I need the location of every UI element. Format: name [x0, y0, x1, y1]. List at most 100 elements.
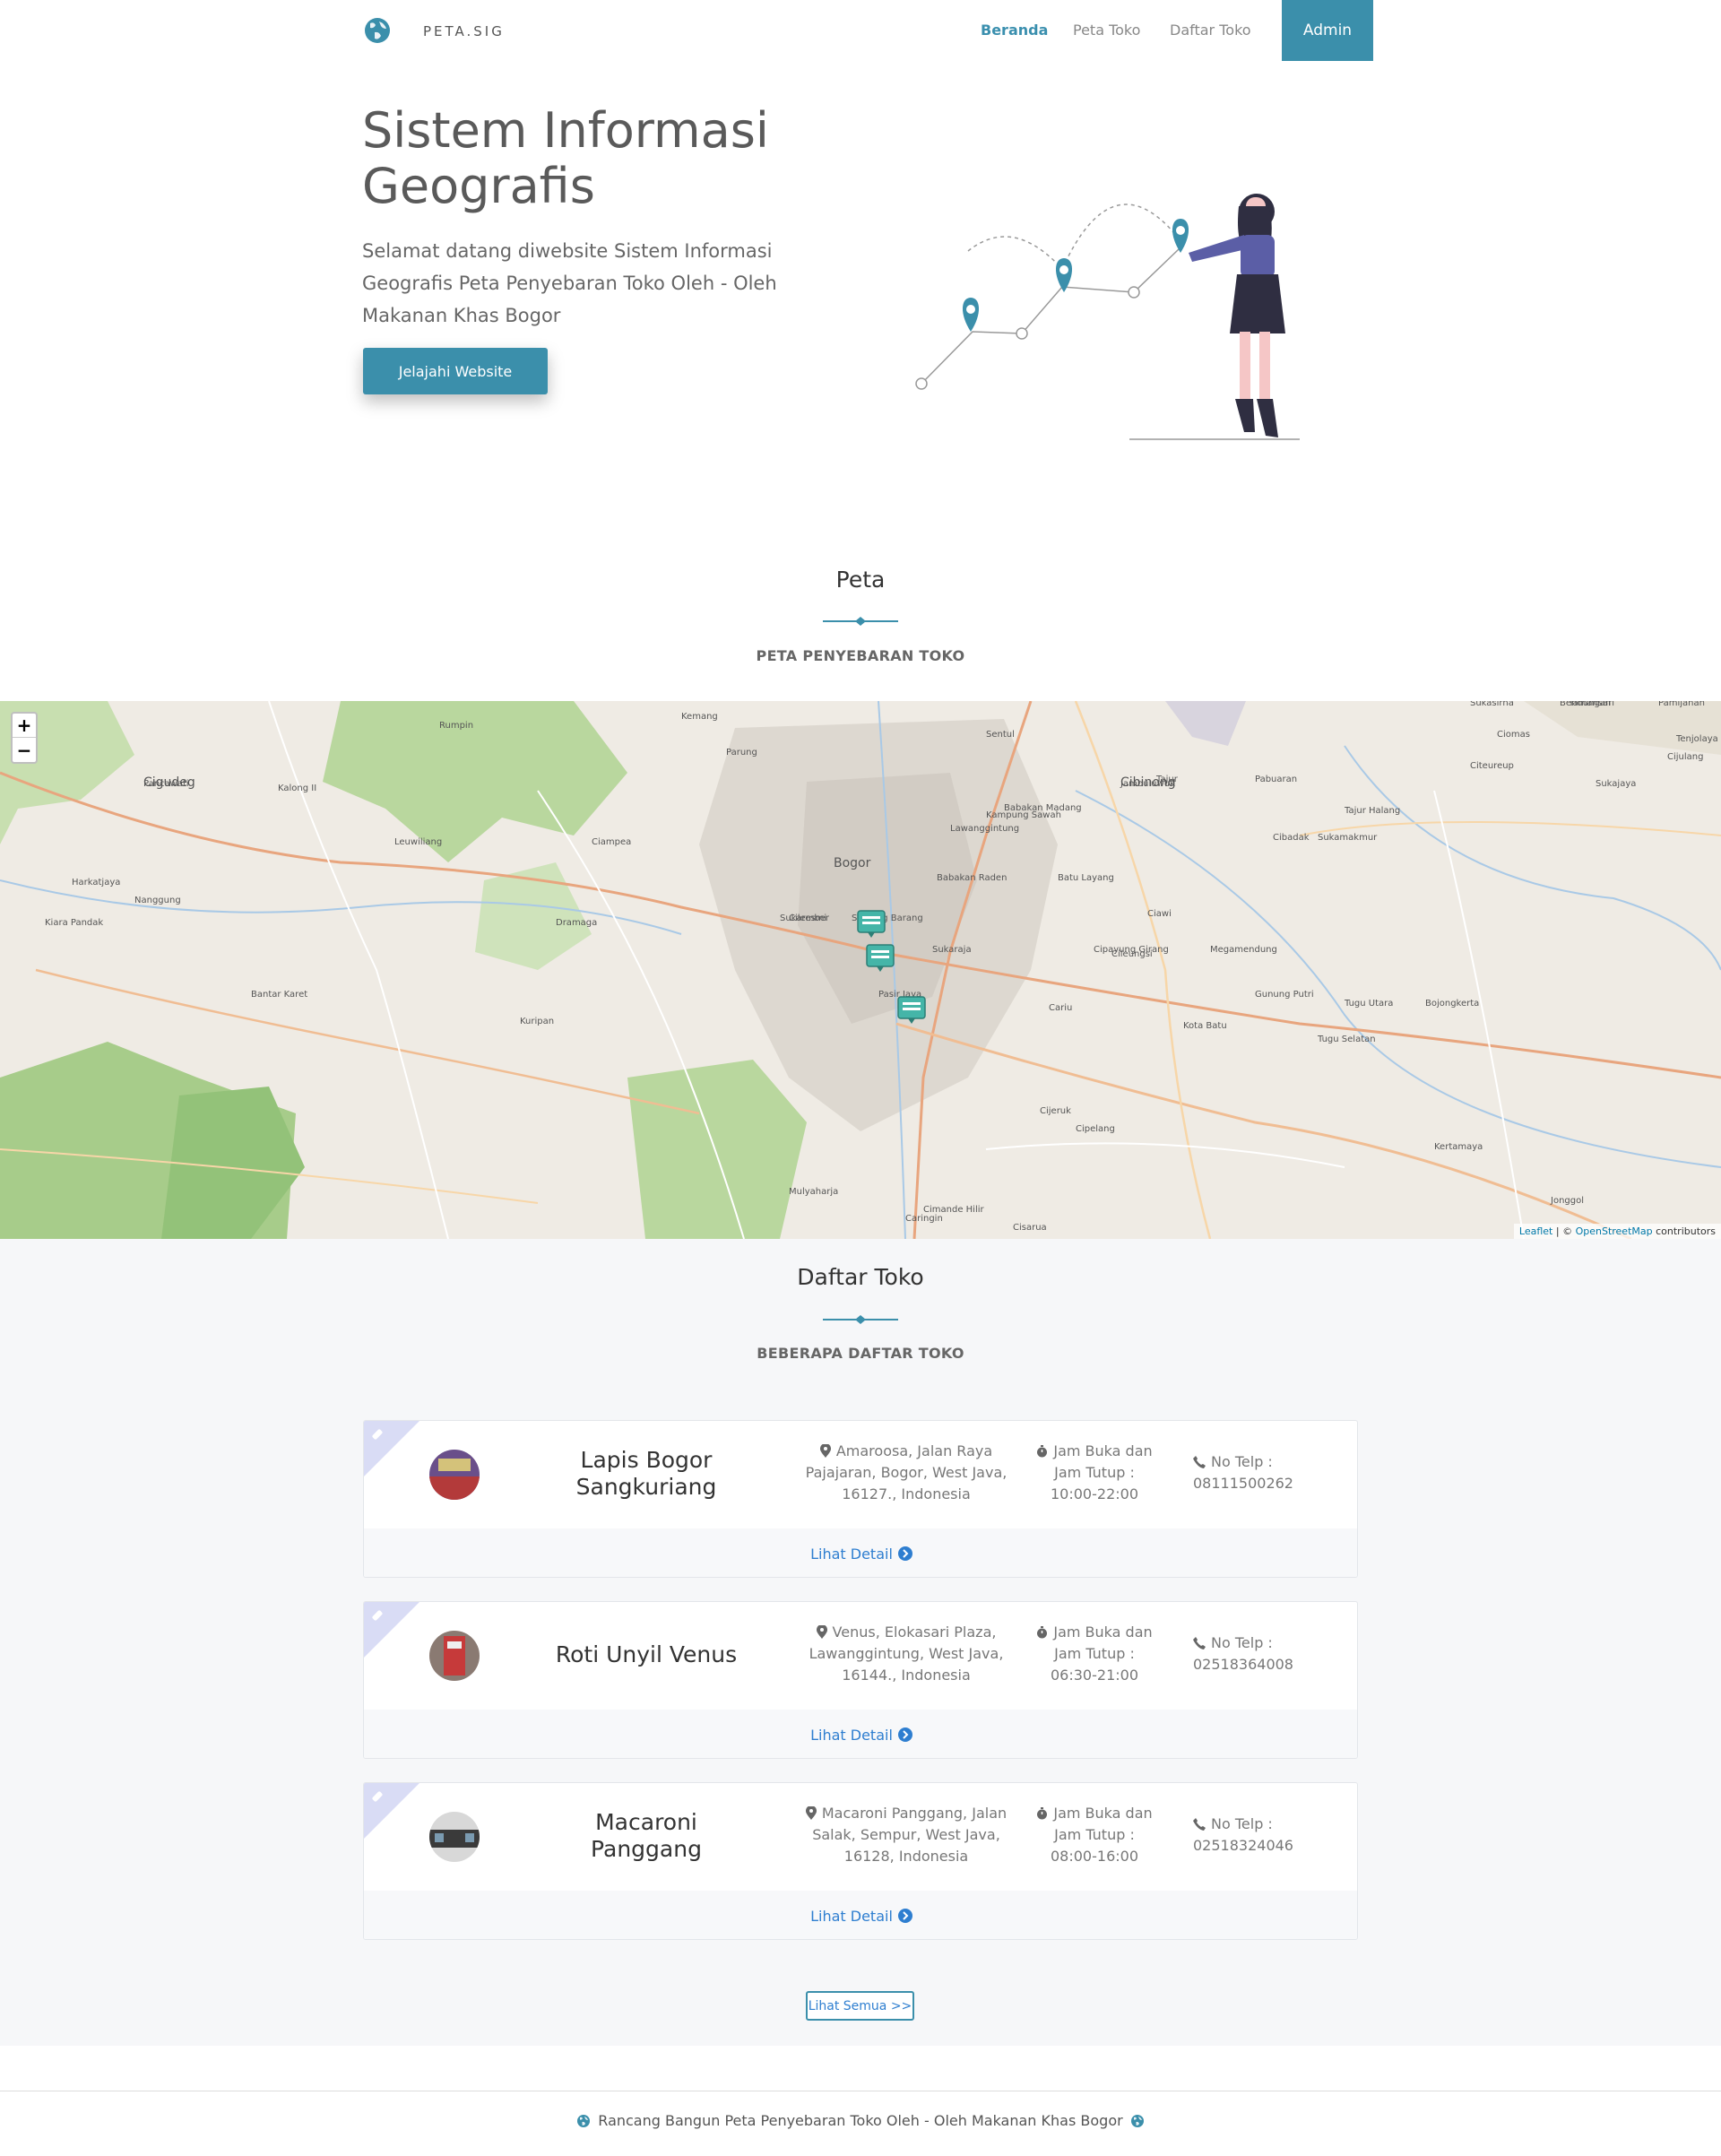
- map-place-label: Kampung Sawah: [986, 810, 1061, 820]
- hours-value: 10:00-22:00: [1051, 1485, 1138, 1502]
- phone-value: 02518324046: [1193, 1837, 1293, 1854]
- store-avatar: [429, 1450, 480, 1500]
- attribution-contributors: contributors: [1652, 1225, 1716, 1237]
- map-place-label: Bendungan: [1560, 701, 1611, 708]
- map-place-label: Cimande Hilir: [923, 1205, 985, 1215]
- store-marker-icon[interactable]: [896, 995, 927, 1026]
- card-footer: Lihat Detail: [364, 1891, 1357, 1939]
- detail-link[interactable]: Lihat Detail: [810, 1546, 912, 1563]
- map-marker-icon: [805, 1806, 817, 1820]
- list-section-subtitle: BEBERAPA DAFTAR TOKO: [757, 1345, 964, 1362]
- map-section-title: Peta: [835, 567, 886, 593]
- explore-button[interactable]: Jelajahi Website: [363, 348, 548, 394]
- store-address: Macaroni Panggang, Jalan Salak, Sempur, …: [799, 1803, 1014, 1867]
- hero-illustration: [915, 194, 1300, 440]
- map-place-label: Dramaga: [556, 918, 597, 928]
- tag-icon: [372, 1791, 383, 1802]
- phone-icon: [1193, 1637, 1206, 1649]
- map-section-subtitle: PETA PENYEBARAN TOKO: [756, 647, 965, 664]
- phone-label: No Telp :: [1211, 1815, 1273, 1832]
- leaflet-map[interactable]: Cigudeg Cibinong Bogor Ciawi Sukaraja Cijeruk…: [0, 701, 1721, 1239]
- globe-logo-icon[interactable]: [363, 16, 392, 45]
- stopwatch-icon: [1037, 1445, 1048, 1458]
- list-section-title: Daftar Toko: [797, 1264, 924, 1290]
- map-place-label: Bogor: [834, 856, 871, 870]
- map-marker-icon: [816, 1625, 827, 1639]
- map-place-label: Caringin: [905, 1214, 943, 1224]
- hours-label: Jam Buka dan Jam Tutup :: [1053, 1442, 1153, 1481]
- globe-icon: [577, 2114, 591, 2127]
- map-place-label: Megamendung: [1210, 945, 1277, 955]
- map-place-label: Cipelang: [1076, 1124, 1115, 1134]
- map-place-label: Tugu Selatan: [1317, 1035, 1376, 1044]
- phone-icon: [1193, 1818, 1206, 1831]
- chevron-right-circle-icon: [897, 1909, 912, 1923]
- map-place-label: Sentul: [986, 730, 1015, 740]
- map-place-label: Nanggung: [134, 896, 181, 905]
- map-place-label: Kalong II: [278, 784, 316, 793]
- tag-icon: [372, 1429, 383, 1440]
- map-tiles: Cigudeg CibinongBogorCiawiSukarajaCijeruk…: [0, 701, 1721, 1239]
- card-footer: Lihat Detail: [364, 1528, 1357, 1577]
- store-hours: Jam Buka dan Jam Tutup : 06:30-21:00: [1032, 1622, 1157, 1686]
- map-place-label: Ciomas: [1497, 730, 1530, 740]
- map-place-label: Cijeruk: [1040, 1106, 1071, 1116]
- section-divider: [823, 1315, 898, 1324]
- zoom-out-button[interactable]: −: [13, 738, 36, 762]
- map-place-label: Cijulang: [1667, 752, 1703, 762]
- section-divider: [823, 617, 898, 626]
- chevron-right-circle-icon: [897, 1546, 912, 1561]
- phone-value: 02518364008: [1193, 1656, 1293, 1673]
- tag-icon: [372, 1610, 383, 1621]
- map-place-label: Pancawati: [143, 779, 189, 789]
- nav-link-peta-toko[interactable]: Peta Toko: [1073, 22, 1140, 39]
- store-card: Lapis Bogor Sangkuriang Amaroosa, Jalan …: [363, 1420, 1358, 1578]
- map-place-label: Parung: [726, 748, 757, 758]
- navbar: PETA.SIG Beranda Peta Toko Daftar Toko A…: [0, 0, 1721, 61]
- phone-value: 08111500262: [1193, 1475, 1293, 1492]
- nav-link-daftar-toko[interactable]: Daftar Toko: [1170, 22, 1251, 39]
- detail-link[interactable]: Lihat Detail: [810, 1727, 912, 1744]
- leaflet-link[interactable]: Leaflet: [1519, 1225, 1552, 1237]
- stopwatch-icon: [1037, 1626, 1048, 1639]
- nav-link-beranda[interactable]: Beranda: [981, 22, 1048, 39]
- map-place-label: Kertamaya: [1434, 1142, 1483, 1152]
- detail-link-label: Lihat Detail: [810, 1907, 893, 1925]
- store-marker-icon[interactable]: [856, 909, 886, 939]
- admin-button[interactable]: Admin: [1282, 0, 1373, 61]
- chevron-right-circle-icon: [897, 1727, 912, 1742]
- store-avatar: [429, 1631, 480, 1681]
- store-name: Macaroni Panggang: [591, 1809, 702, 1862]
- hero-subtitle: Selamat datang diwebsite Sistem Informas…: [362, 240, 777, 326]
- detail-link[interactable]: Lihat Detail: [810, 1908, 912, 1925]
- map-place-label: Citeureup: [1470, 761, 1514, 771]
- map-place-label: Kiara Pandak: [45, 918, 103, 928]
- map-place-label: Ciampea: [592, 837, 631, 847]
- map-place-label: Cisarua: [1013, 1223, 1047, 1233]
- globe-icon: [1130, 2114, 1144, 2127]
- hours-value: 08:00-16:00: [1051, 1848, 1138, 1865]
- map-place-label: Cibadak: [1273, 833, 1310, 843]
- hours-value: 06:30-21:00: [1051, 1667, 1138, 1684]
- osm-link[interactable]: OpenStreetMap: [1576, 1225, 1653, 1237]
- phone-label: No Telp :: [1211, 1634, 1273, 1651]
- map-place-label: Sukaraja: [932, 945, 972, 955]
- map-place-label: Mulyaharja: [789, 1187, 838, 1197]
- map-place-label: Jambuluwuk: [1120, 779, 1175, 789]
- store-marker-icon[interactable]: [865, 943, 895, 974]
- map-place-label: Kota Batu: [1183, 1021, 1227, 1031]
- zoom-in-button[interactable]: +: [13, 714, 36, 738]
- map-place-label: Bantar Karet: [251, 990, 307, 1000]
- store-card: Roti Unyil Venus Venus, Elokasari Plaza,…: [363, 1601, 1358, 1759]
- zoom-control: + −: [11, 712, 38, 764]
- map-place-label: Pamijahan: [1658, 701, 1705, 708]
- card-footer: Lihat Detail: [364, 1710, 1357, 1758]
- map-marker-icon: [819, 1444, 831, 1458]
- store-phone: No Telp : 02518324046: [1193, 1814, 1328, 1857]
- map-place-label: Cileungsi: [1111, 949, 1153, 959]
- see-all-button[interactable]: Lihat Semua >>: [806, 1991, 914, 2021]
- map-place-label: Babakan Raden: [937, 873, 1007, 883]
- brand-name[interactable]: PETA.SIG: [423, 23, 505, 39]
- store-phone: No Telp : 02518364008: [1193, 1632, 1328, 1675]
- map-attribution: Leaflet | © OpenStreetMap contributors: [1513, 1224, 1721, 1239]
